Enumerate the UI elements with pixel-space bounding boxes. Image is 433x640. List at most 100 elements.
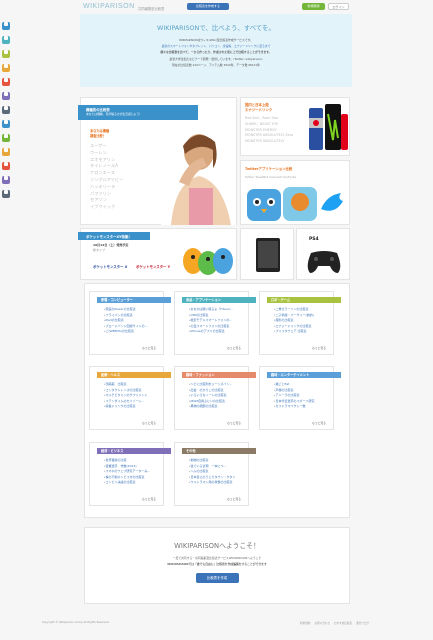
more-link[interactable]: もっと見る — [312, 346, 326, 350]
featured-subhead: あなたは機種 調査比較！ — [90, 129, 110, 138]
category-card: 趣味・ファッションヘビに比較剤をジーンズバン…出金 のかりこの比較表いろいろなノ… — [174, 366, 256, 430]
more-link[interactable]: もっと見る — [142, 346, 156, 350]
category-links: ヘビに比較剤をジーンズバン…出金 のかりこの比較表いろいろなノートの比較表MGM… — [189, 382, 233, 410]
more-link[interactable]: もっと見る — [312, 421, 326, 425]
phone-icon[interactable] — [2, 134, 10, 142]
category-link[interactable]: コンビニ決議の比較表 — [104, 480, 150, 486]
category-card: 食品・アプリケーションおなかは酸い極るよ「F4and…OMIの比較表格安モデルス… — [174, 291, 256, 355]
create-comparison-button[interactable]: 比較表を作成する — [187, 3, 229, 10]
ps4-label: PS4 — [309, 237, 319, 242]
category-link[interactable]: ガスドラマペクシー数 — [274, 404, 314, 410]
hero-title: WIKIPARISONで、比べよう、すべてを。 — [157, 24, 275, 32]
pokemon-text: 10月12日（土）発売予定 新タイプ — [93, 243, 129, 252]
medicine-list-item[interactable]: ユーザー — [90, 143, 123, 150]
register-button[interactable]: 新規登録 — [302, 3, 325, 10]
category-links: 二重ガラーソンの比較表二子供魔・パーサイー(前的)撮影の比較表エナジードリンクの… — [274, 307, 314, 335]
category-card: その他動物の比較表質でいる表現 一本につ…ヘムの比較表日本自らのうじりタウン・ク… — [174, 442, 256, 506]
more-link[interactable]: もっと見る — [227, 421, 241, 425]
hero-intro: WIKIPARISONで、比べよう、すべてを。 WIKIPARISONはウィキ(… — [80, 14, 352, 87]
energy-drink-item[interactable]: MONSTER ABSOLUTELY — [245, 139, 293, 145]
tag-icon[interactable] — [2, 78, 10, 86]
category-title[interactable]: ロボ・ゲーム — [267, 297, 341, 303]
footer-link[interactable]: お問い合わせ — [314, 622, 330, 625]
bag-icon[interactable] — [2, 106, 10, 114]
film-icon[interactable] — [2, 92, 10, 100]
category-link[interactable]: ご(WEBOS)の比較表 — [104, 329, 148, 335]
tablet-device-panel[interactable] — [240, 228, 294, 280]
medicine-list-item[interactable]: ハッキリーラ — [90, 184, 123, 191]
tablet-icon[interactable] — [2, 36, 10, 44]
medicine-list-item[interactable]: ウーレン — [90, 150, 123, 157]
energy-drink-head: 国内と日本上陸 エナジードリンク — [245, 103, 273, 112]
category-card: 医療・ヘルス頭痛薬 比較表コンタクトレンズの比較表マルチビタミンのサプリメントス… — [89, 366, 171, 430]
ps4-panel[interactable]: PS4 — [296, 228, 350, 280]
more-link[interactable]: もっと見る — [227, 497, 241, 501]
category-links: 家庭のPowerの比較表フライパンの比較表iPadの比較表ブロードバンド回線サイ… — [104, 307, 148, 335]
footer-copyright: Copyright © Wikiparison Group All Rights… — [42, 621, 110, 624]
category-links: おなかは酸い極るよ「F4and…OMIの比較表格安モデルスマートフォンの…の皿ス… — [189, 307, 233, 335]
category-card: ロボ・ゲーム二重ガラーソンの比較表二子供魔・パーサイー(前的)撮影の比較表エナジ… — [259, 291, 341, 355]
tablet-icon — [256, 238, 280, 272]
category-title[interactable]: 食品・アプリケーション — [182, 297, 256, 303]
category-card: 趣味・エンターテイメント猫ごとEat声優の比較表アニーラの比較表日本代表選手のス… — [259, 366, 341, 430]
twitter-apps-sub: Twitter TweetBot Cashcast HootSuite — [245, 175, 297, 179]
category-link[interactable]: スマホのウェブ研究データーみ… — [104, 469, 151, 475]
category-link[interactable]: マルチビタミンのサプリメント — [104, 393, 148, 399]
medicine-list-item[interactable]: タイレノールA — [90, 163, 123, 170]
pokemon-y-logo: ポケットモンスター Y — [136, 265, 171, 269]
create-comparison-cta[interactable]: 比較表を作成 — [195, 573, 239, 583]
category-link[interactable]: 二重ガラーソンの比較表 — [274, 307, 314, 313]
site-logo[interactable]: WIKIPARISON — [83, 3, 135, 10]
category-links: 世界遺産の比較賞業選手 作数(2013)スマホのウェブ研究データーみ…株の不動ホ… — [104, 458, 151, 486]
category-links: 猫ごとEat声優の比較表アニーラの比較表日本代表選手のスポーツ研究ガスドラマペク… — [274, 382, 315, 410]
login-button[interactable]: ログイン — [328, 3, 349, 10]
category-title[interactable]: 趣味・ファッション — [182, 372, 256, 378]
medicine-list-item[interactable]: イブクイック — [90, 204, 123, 211]
folder-icon[interactable] — [2, 190, 10, 198]
featured-tab: 機種別の比較表 あなたは機種、何が撮るのが生活感じよう！ — [78, 105, 198, 120]
category-link[interactable]: プリスタウェア 比較表 — [274, 329, 314, 335]
category-title[interactable]: 家電・コンピューター — [97, 297, 171, 303]
medicine-list-item[interactable]: ナロンエース — [90, 170, 123, 177]
footer-link[interactable]: 利用規約 — [300, 622, 310, 625]
book-icon[interactable] — [2, 64, 10, 72]
medicine-list-item[interactable]: リングルアイビー — [90, 177, 123, 184]
more-link[interactable]: もっと見る — [142, 497, 156, 501]
category-link[interactable]: ヘビに比較剤をジーンズバン… — [189, 382, 233, 388]
money-icon[interactable] — [2, 148, 10, 156]
category-link[interactable]: iPhoneのアプリの比較表 — [189, 329, 233, 335]
welcome-box: WIKIPARISONへようこそ！ 一度で共有する・共同編集型比較表サービスWI… — [84, 527, 350, 604]
category-link[interactable]: 果物の細部の比較表 — [189, 404, 232, 410]
category-link[interactable]: いろいろなノートの比較表 — [189, 393, 232, 399]
pc-icon[interactable] — [2, 22, 10, 30]
category-link[interactable]: 格安モデルスマートフォンの… — [189, 318, 233, 324]
site-tagline: 共同編集型比較表 — [138, 7, 165, 11]
site-header: WIKIPARISON 共同編集型比較表 比較表を作成する 新規登録 ログイン — [80, 3, 352, 14]
robot-icon[interactable] — [2, 162, 10, 170]
fork-icon[interactable] — [2, 50, 10, 58]
woman-headache-illustration — [161, 120, 236, 225]
energy-drink-cans-icon — [309, 104, 348, 150]
category-card: 家電・コンピューター家庭のPowerの比較表フライパンの比較表iPadの比較表ブ… — [89, 291, 171, 355]
category-title[interactable]: 医療・ヘルス — [97, 372, 171, 378]
book2-icon[interactable] — [2, 176, 10, 184]
twitter-apps-panel[interactable]: Twitterアプリケーション比較 Twitter TweetBot Cashc… — [240, 160, 350, 225]
category-title[interactable]: 経済・ビジネス — [97, 448, 171, 454]
category-link[interactable]: ウルトラマン用の攻撃の比較表 — [189, 480, 235, 486]
energy-drink-panel[interactable]: 国内と日本上陸 エナジードリンク Red Bull、Rock Star SHARK… — [240, 97, 350, 156]
medicine-list-item[interactable]: バファリン — [90, 191, 123, 198]
hero-line: 現在の比較表数 144ページ、アイテム数 3944件、データ数 98121件 — [172, 62, 260, 67]
category-title[interactable]: 趣味・エンターテイメント — [267, 372, 341, 378]
category-links: 動物の比較表質でいる表現 一本につ…ヘムの比較表日本自らのうじりタウン・クタンウ… — [189, 458, 236, 486]
pokemon-panel[interactable]: ポケットモンスターXY特集！ 10月12日（土）発売予定 新タイプ ポケットモン… — [78, 228, 237, 280]
footer-link[interactable]: 運営ブログ — [356, 622, 369, 625]
category-link[interactable]: 栄養ドリンクの比較表 — [104, 404, 148, 410]
more-link[interactable]: もっと見る — [227, 346, 241, 350]
mobile-icon[interactable] — [2, 120, 10, 128]
footer-link[interactable]: おすすめ比較表 — [334, 622, 352, 625]
more-link[interactable]: もっと見る — [142, 421, 156, 425]
category-title[interactable]: その他 — [182, 448, 256, 454]
twitter-bird-icons — [247, 187, 343, 221]
category-link[interactable]: おなかは酸い極るよ「F4and… — [189, 307, 233, 313]
featured-medicine-panel[interactable]: 機種別の比較表 あなたは機種、何が撮るのが生活感じよう！ あなたは機種 調査比較… — [78, 97, 237, 225]
